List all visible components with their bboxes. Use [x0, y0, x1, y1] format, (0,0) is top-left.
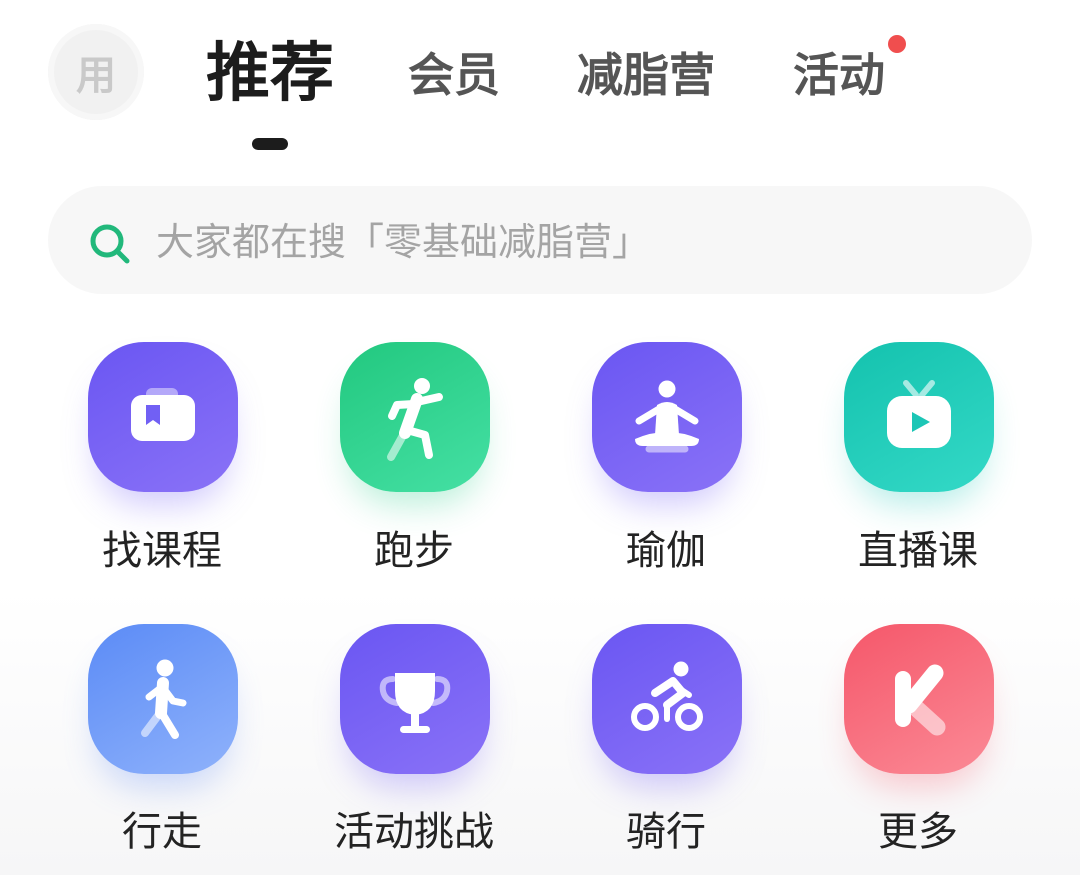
- category-find-course[interactable]: [88, 342, 238, 492]
- tab-activity[interactable]: 活动: [793, 52, 885, 98]
- course-card-icon: [131, 388, 195, 441]
- category-cycling[interactable]: [592, 624, 742, 774]
- active-tab-indicator: [252, 138, 288, 150]
- category-label: 行走: [122, 809, 202, 855]
- category-yoga[interactable]: [592, 342, 742, 492]
- walking-icon: [141, 659, 187, 739]
- avatar[interactable]: 用: [48, 24, 144, 120]
- category-challenge[interactable]: [340, 624, 490, 774]
- category-label: 直播课: [858, 528, 978, 574]
- avatar-text: 用: [76, 53, 116, 99]
- tab-recommend[interactable]: 推荐: [206, 42, 334, 106]
- notification-dot: [888, 35, 906, 53]
- category-label: 跑步: [374, 528, 454, 574]
- search-icon: [90, 224, 130, 264]
- trophy-icon: [379, 673, 451, 733]
- tab-member[interactable]: 会员: [408, 52, 500, 98]
- category-running[interactable]: [340, 342, 490, 492]
- category-label: 活动挑战: [334, 809, 494, 855]
- search-placeholder: 大家都在搜「零基础减脂营」: [156, 220, 651, 264]
- category-walking[interactable]: [88, 624, 238, 774]
- category-more[interactable]: [844, 624, 994, 774]
- running-icon: [387, 378, 443, 461]
- category-label: 骑行: [626, 809, 706, 855]
- category-label: 更多: [878, 809, 958, 855]
- yoga-icon: [635, 380, 699, 453]
- category-live-class[interactable]: [844, 342, 994, 492]
- category-label: 瑜伽: [626, 528, 706, 574]
- cycling-icon: [631, 661, 703, 731]
- tab-fat-loss-camp[interactable]: 减脂营: [577, 52, 715, 98]
- category-label: 找课程: [102, 528, 222, 574]
- live-tv-icon: [887, 380, 951, 448]
- keep-logo-icon: [895, 664, 946, 736]
